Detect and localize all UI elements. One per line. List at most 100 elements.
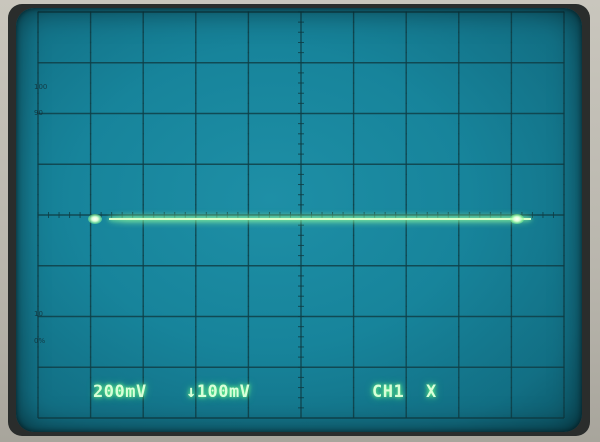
graticule-dot (37, 407, 39, 409)
graticule-dot (89, 254, 92, 257)
graticule-dot (352, 397, 355, 399)
graticule-dot (89, 62, 92, 64)
graticule-dot (247, 194, 250, 196)
graticule-dot (563, 366, 565, 368)
graticule-dot (37, 346, 39, 348)
graticule-dot (142, 112, 144, 115)
graticule-dot (247, 336, 250, 338)
graticule-dot (142, 204, 144, 206)
graticule-dot (89, 336, 92, 338)
graticule-dot (352, 285, 355, 287)
graticule-dot (458, 386, 460, 389)
graticule-dot (300, 51, 302, 54)
graticule-dot (89, 31, 92, 33)
graticule-dot (37, 285, 39, 287)
graticule-dot (247, 102, 250, 105)
graticule-dot (142, 143, 144, 145)
graticule-dot (89, 153, 92, 155)
graticule-dot (510, 224, 513, 226)
graticule-dot (37, 305, 39, 308)
graticule-dot (37, 244, 39, 247)
graticule-dot (89, 51, 92, 54)
graticule-dot (563, 336, 565, 338)
graticule-dot (352, 407, 355, 409)
graticule-dot (458, 397, 460, 399)
graticule-dot (510, 275, 513, 277)
graticule-dot (195, 92, 197, 94)
graticule-dot (89, 133, 92, 135)
graticule-dot (458, 376, 460, 379)
graticule-dot (405, 234, 407, 236)
graticule-dot (563, 386, 565, 389)
graticule-dot (300, 133, 302, 135)
graticule-dot (300, 285, 302, 287)
graticule-dot (510, 11, 513, 13)
graticule-dot (458, 305, 460, 308)
graticule-dot (510, 265, 513, 267)
graticule-dot (37, 122, 39, 125)
graticule-dot (142, 254, 144, 257)
graticule-dot (247, 305, 250, 308)
graticule-dot (510, 133, 513, 135)
graticule-dot (458, 285, 460, 287)
graticule-dot (195, 275, 197, 277)
graticule-dot (352, 275, 355, 277)
graticule-dot (405, 325, 407, 328)
graticule-dot (405, 122, 407, 125)
graticule-dot (563, 285, 565, 287)
graticule-dot (458, 122, 460, 125)
graticule-dot (89, 122, 92, 125)
graticule-dot (510, 183, 513, 186)
graticule-dot (195, 254, 197, 257)
graticule-dot (195, 234, 197, 236)
graticule-dot (142, 224, 144, 226)
graticule-dot (195, 41, 197, 44)
graticule-dot (352, 315, 355, 318)
graticule-dot (300, 173, 302, 176)
graticule-dot (89, 356, 92, 358)
graticule-dot (458, 102, 460, 105)
graticule-dot (563, 51, 565, 54)
graticule-dot (352, 265, 355, 267)
graticule-dot (89, 386, 92, 389)
graticule-dot (352, 102, 355, 105)
graticule-dot (37, 143, 39, 145)
graticule-dot (195, 72, 197, 74)
graticule-dot (563, 143, 565, 145)
graticule-dot (352, 62, 355, 64)
graticule-dot (352, 143, 355, 145)
graticule-dot (300, 122, 302, 125)
graticule-dot (352, 173, 355, 176)
graticule-dot (405, 82, 407, 84)
graticule-dot (89, 325, 92, 328)
graticule-dot (247, 376, 250, 379)
graticule-dot (458, 366, 460, 368)
graticule-dot (563, 305, 565, 308)
graticule-dot (300, 102, 302, 105)
graticule-dot (142, 325, 144, 328)
graticule-dot (142, 82, 144, 84)
graticule-dot (405, 143, 407, 145)
graticule-dot (142, 122, 144, 125)
graticule-dot (352, 21, 355, 23)
graticule-dot (458, 133, 460, 135)
graticule-dot (247, 153, 250, 155)
graticule-dot (247, 407, 250, 409)
graticule-dot (458, 92, 460, 94)
graticule-dot (142, 92, 144, 94)
graticule-dot (195, 356, 197, 358)
graticule-dot (563, 407, 565, 409)
graticule-dot (510, 386, 513, 389)
graticule-dot (405, 31, 407, 33)
graticule-dot (300, 407, 302, 409)
graticule-dot (195, 295, 197, 297)
graticule-dot (352, 112, 355, 115)
graticule-dot (563, 194, 565, 196)
graticule-dot (195, 285, 197, 287)
graticule-dot (142, 194, 144, 196)
graticule-dot (142, 407, 144, 409)
graticule-dot (247, 204, 250, 206)
graticule-dot (300, 275, 302, 277)
graticule-dot (458, 31, 460, 33)
graticule-dot (142, 31, 144, 33)
